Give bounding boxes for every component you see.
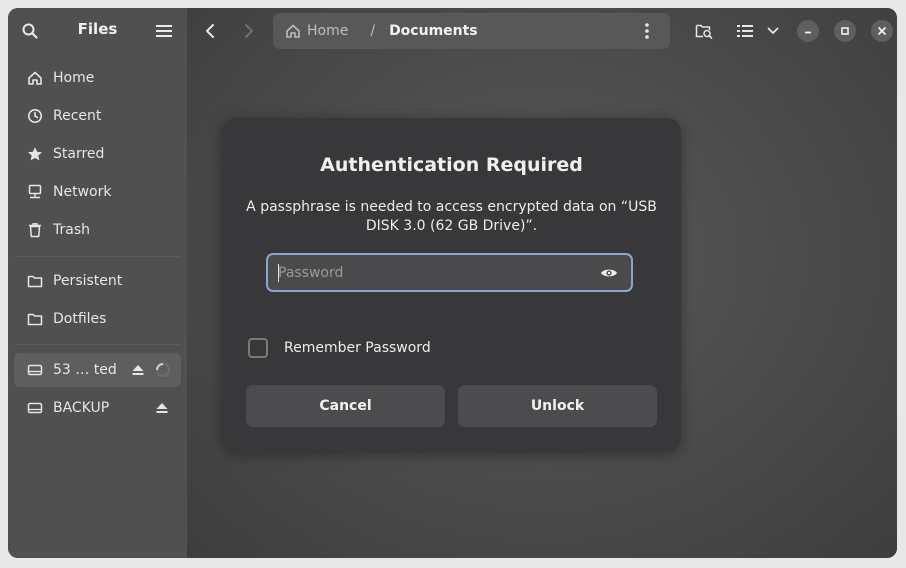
folder-icon — [26, 272, 44, 290]
folder-icon — [26, 310, 44, 328]
dialog-message: A passphrase is needed to access encrypt… — [246, 199, 657, 234]
trash-icon — [26, 221, 44, 239]
path-separator: / — [370, 23, 376, 39]
sidebar-item-label: Starred — [53, 146, 105, 162]
sidebar-item-label: 53 … ted — [53, 362, 117, 378]
eject-icon[interactable] — [131, 363, 145, 377]
home-icon — [26, 69, 44, 87]
close-icon — [878, 27, 886, 35]
chevron-left-icon — [206, 24, 214, 38]
minimize-icon — [805, 31, 811, 34]
password-field[interactable] — [266, 253, 633, 292]
drive-icon — [26, 399, 44, 417]
path-segment-current[interactable]: Documents — [389, 23, 478, 39]
sidebar-item-dotfiles[interactable]: Dotfiles — [14, 302, 181, 336]
view-toggle-button[interactable] — [730, 16, 760, 46]
sidebar-item-label: BACKUP — [53, 400, 110, 416]
sidebar: Files Home Recent Starred Network Trash … — [8, 8, 187, 558]
folder-search-icon — [695, 24, 713, 39]
sidebar-item-trash[interactable]: Trash — [14, 213, 181, 247]
sidebar-header: Files — [8, 8, 187, 54]
show-password-button[interactable] — [597, 261, 621, 285]
maximize-button[interactable] — [834, 20, 856, 42]
sidebar-item-network[interactable]: Network — [14, 175, 181, 209]
sidebar-item-actions — [131, 362, 171, 378]
maximize-icon — [841, 27, 849, 35]
search-folder-button[interactable] — [689, 16, 719, 46]
sidebar-item-recent[interactable]: Recent — [14, 99, 181, 133]
chevron-right-icon — [245, 24, 253, 38]
spinner-icon — [156, 363, 170, 377]
eject-icon[interactable] — [155, 401, 169, 415]
unlock-button[interactable]: Unlock — [458, 385, 657, 427]
network-icon — [26, 183, 44, 201]
hamburger-menu-icon — [156, 25, 172, 37]
cancel-button[interactable]: Cancel — [246, 385, 445, 427]
home-icon — [286, 24, 300, 38]
forward-button[interactable] — [234, 16, 264, 46]
sidebar-item-label: Dotfiles — [53, 311, 107, 327]
remember-password-checkbox[interactable] — [248, 338, 268, 358]
sidebar-divider — [14, 256, 181, 257]
sidebar-item-label: Network — [53, 184, 112, 200]
path-segment-label: Home — [307, 23, 349, 39]
vertical-dots-icon — [645, 23, 649, 39]
sidebar-item-label: Persistent — [53, 273, 123, 289]
sidebar-item-persistent[interactable]: Persistent — [14, 264, 181, 298]
drive-icon — [26, 361, 44, 379]
back-button[interactable] — [195, 16, 225, 46]
text-caret — [278, 264, 279, 282]
dialog-title: Authentication Required — [320, 154, 583, 176]
path-bar: Home / Documents — [273, 13, 670, 49]
remember-password-row[interactable]: Remember Password — [248, 338, 431, 358]
close-window-button[interactable] — [871, 20, 893, 42]
sidebar-item-backup[interactable]: BACKUP — [14, 391, 181, 425]
view-options-button[interactable] — [758, 16, 788, 46]
sidebar-divider — [14, 344, 181, 345]
star-icon — [26, 145, 44, 163]
sidebar-item-actions — [155, 401, 169, 415]
sidebar-item-label: Home — [53, 70, 95, 86]
sidebar-item-starred[interactable]: Starred — [14, 137, 181, 171]
chevron-down-icon — [767, 27, 779, 34]
path-menu-button[interactable] — [632, 16, 662, 46]
main-menu-button[interactable] — [149, 16, 179, 46]
sidebar-item-home[interactable]: Home — [14, 61, 181, 95]
remember-password-label: Remember Password — [284, 340, 431, 356]
list-view-icon — [737, 25, 753, 37]
sidebar-item-encrypted-drive[interactable]: 53 … ted — [14, 353, 181, 387]
minimize-button[interactable] — [797, 20, 819, 42]
path-segment-home[interactable]: Home — [285, 23, 348, 39]
password-input[interactable] — [268, 263, 597, 282]
clock-icon — [26, 107, 44, 125]
authentication-dialog: Authentication Required A passphrase is … — [222, 118, 681, 452]
sidebar-item-label: Recent — [53, 108, 102, 124]
eye-icon — [601, 269, 617, 276]
sidebar-item-label: Trash — [53, 222, 90, 238]
